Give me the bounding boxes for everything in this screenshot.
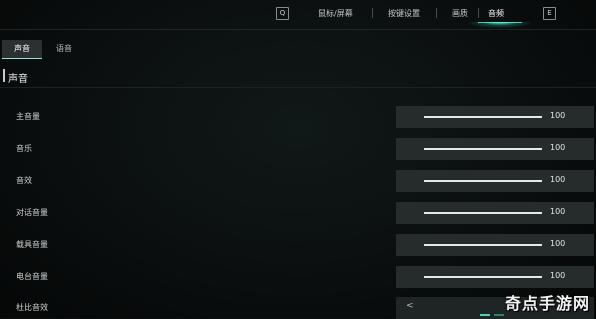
slider-fill xyxy=(424,180,542,182)
slider-track[interactable] xyxy=(424,180,542,182)
section-title: 声音 xyxy=(8,74,28,85)
slider-fill xyxy=(424,212,542,214)
setting-row-dialogue: 对话音量 100 xyxy=(0,202,596,224)
slider-value: 100 xyxy=(550,239,566,248)
tab-separator xyxy=(372,8,373,18)
volume-slider-panel[interactable]: 100 xyxy=(396,106,594,128)
volume-slider-panel[interactable]: 100 xyxy=(396,138,594,160)
setting-label: 杜比音效 xyxy=(16,303,48,312)
setting-label: 载具音量 xyxy=(16,240,48,249)
slider-track[interactable] xyxy=(424,276,542,278)
key-hint-e[interactable]: E xyxy=(543,7,556,20)
slider-value: 100 xyxy=(550,175,566,184)
slider-fill xyxy=(424,116,542,118)
slider-track[interactable] xyxy=(424,244,542,246)
subtab-voice[interactable]: 语音 xyxy=(44,40,84,58)
setting-row-master-volume: 主音量 100 xyxy=(0,106,596,128)
volume-slider-panel[interactable]: 100 xyxy=(396,234,594,256)
setting-row-vehicle: 载具音量 100 xyxy=(0,234,596,256)
active-tab-glow xyxy=(468,22,532,28)
key-hint-q[interactable]: Q xyxy=(276,7,289,20)
tab-mouse-screen[interactable]: 鼠标/屏幕 xyxy=(318,8,353,19)
divider xyxy=(0,87,596,88)
slider-value: 100 xyxy=(550,271,566,280)
page-indicator xyxy=(494,314,504,316)
slider-fill xyxy=(424,148,542,150)
setting-row-sfx: 音效 100 xyxy=(0,170,596,192)
volume-slider-panel[interactable]: 100 xyxy=(396,202,594,224)
setting-label: 对话音量 xyxy=(16,208,48,217)
arrow-left-icon[interactable]: < xyxy=(406,301,414,311)
tab-audio[interactable]: 音频 xyxy=(488,8,504,19)
setting-label: 音乐 xyxy=(16,144,32,153)
slider-value: 100 xyxy=(550,143,566,152)
slider-fill xyxy=(424,244,542,246)
slider-track[interactable] xyxy=(424,116,542,118)
divider xyxy=(0,29,596,30)
tab-separator xyxy=(436,8,437,18)
tab-separator xyxy=(478,8,479,18)
setting-label: 主音量 xyxy=(16,112,40,121)
setting-label: 音效 xyxy=(16,176,32,185)
subtab-sound[interactable]: 声音 xyxy=(2,40,42,59)
section-marker xyxy=(3,69,5,82)
setting-label: 电台音量 xyxy=(16,272,48,281)
volume-slider-panel[interactable]: 100 xyxy=(396,266,594,288)
slider-fill xyxy=(424,276,542,278)
page-indicator xyxy=(480,314,490,316)
watermark-logo: 奇点手游网 xyxy=(504,294,590,313)
setting-row-music: 音乐 100 xyxy=(0,138,596,160)
top-tab-bar: Q 鼠标/屏幕 按键设置 画质 音频 E xyxy=(0,0,596,28)
slider-track[interactable] xyxy=(424,148,542,150)
slider-track[interactable] xyxy=(424,212,542,214)
tab-key-settings[interactable]: 按键设置 xyxy=(388,8,420,19)
tab-graphics[interactable]: 画质 xyxy=(452,8,468,19)
volume-slider-panel[interactable]: 100 xyxy=(396,170,594,192)
slider-value: 100 xyxy=(550,207,566,216)
setting-row-radio: 电台音量 100 xyxy=(0,266,596,288)
slider-value: 100 xyxy=(550,111,566,120)
